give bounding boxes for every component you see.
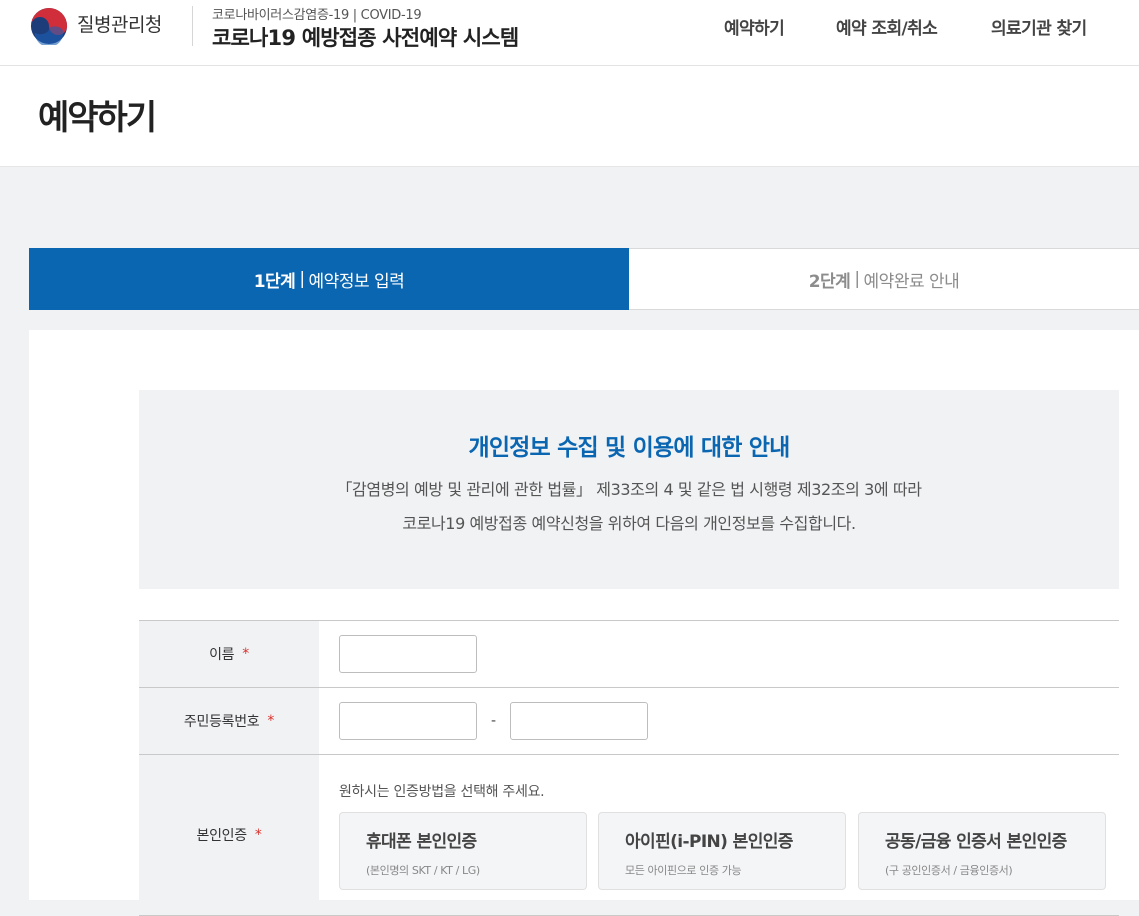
rrn-dash: - [491,713,497,729]
step-separator: | [854,269,860,289]
site-header: 질병관리청 코로나바이러스감염증-19 | COVID-19 코로나19 예방접… [0,0,1139,66]
required-mark: * [254,827,262,843]
system-title[interactable]: 코로나19 예방접종 사전예약 시스템 [212,22,519,52]
notice-title: 개인정보 수집 및 이용에 대한 안내 [468,435,790,461]
org-name[interactable]: 질병관리청 [77,10,162,37]
rrn-value-cell: - [319,688,1119,754]
header-divider [192,6,193,46]
rrn-front-input[interactable] [339,702,477,740]
step-2-tab: 2단계 | 예약완료 안내 [629,248,1139,310]
step-1-tab: 1단계 | 예약정보 입력 [29,248,629,310]
notice-line-2: 코로나19 예방접종 예약신청을 위하여 다음의 개인정보를 수집합니다. [402,514,856,533]
title-band: 예약하기 [0,66,1139,167]
rrn-label: 주민등록번호 * [139,688,319,754]
form-row-auth: 본인인증 * 원하시는 인증방법을 선택해 주세요. 휴대폰 본인인증 (본인명… [139,755,1119,916]
privacy-notice-box: 개인정보 수집 및 이용에 대한 안내 「감염병의 예방 및 관리에 관한 법률… [139,390,1119,589]
certificate-auth-subtitle: (구 공인인증서 / 금융인증서) [885,864,1013,877]
rrn-back-input[interactable] [510,702,649,740]
phone-auth-button[interactable]: 휴대폰 본인인증 (본인명의 SKT / KT / LG) [339,812,587,890]
ipin-auth-subtitle: 모든 아이핀으로 인증 가능 [625,864,742,877]
reservation-form: 이름 * 주민등록번호 * - 본인인증 * 원하시는 인증방법을 선택해 주세… [139,620,1119,916]
step-separator: | [299,269,305,289]
form-row-name: 이름 * [139,621,1119,688]
auth-label-text: 본인인증 [196,828,247,844]
name-value-cell [319,621,1119,687]
step-1-label: 예약정보 입력 [308,271,405,292]
ipin-auth-title: 아이핀(i-PIN) 본인인증 [625,832,793,852]
nav-lookup-cancel[interactable]: 예약 조회/취소 [836,14,938,39]
name-label-text: 이름 [209,647,235,663]
phone-auth-title: 휴대폰 본인인증 [366,832,477,852]
step-1-number: 1단계 [253,271,296,292]
auth-guide-text: 원하시는 인증방법을 선택해 주세요. [339,784,545,800]
phone-auth-subtitle: (본인명의 SKT / KT / LG) [366,864,480,877]
step-2-label: 예약완료 안내 [863,271,960,292]
certificate-auth-button[interactable]: 공동/금융 인증서 본인인증 (구 공인인증서 / 금융인증서) [858,812,1106,890]
header-subtitle: 코로나바이러스감염증-19 | COVID-19 [212,8,422,23]
korea-government-emblem-icon[interactable] [30,7,68,45]
page-title: 예약하기 [38,98,157,138]
notice-line-1: 「감염병의 예방 및 관리에 관한 법률」 제33조의 4 및 같은 법 시행령… [336,480,922,499]
name-label: 이름 * [139,621,319,687]
step-2-number: 2단계 [808,271,851,292]
nav-reserve[interactable]: 예약하기 [724,14,785,39]
nav-find-clinic[interactable]: 의료기관 찾기 [991,14,1087,39]
content-panel: 개인정보 수집 및 이용에 대한 안내 「감염병의 예방 및 관리에 관한 법률… [29,330,1139,916]
ipin-auth-button[interactable]: 아이핀(i-PIN) 본인인증 모든 아이핀으로 인증 가능 [598,812,846,890]
form-row-rrn: 주민등록번호 * - [139,688,1119,755]
certificate-auth-title: 공동/금융 인증서 본인인증 [885,832,1067,852]
name-input[interactable] [339,635,477,673]
required-mark: * [242,646,249,662]
rrn-label-text: 주민등록번호 [183,714,260,730]
auth-value-cell: 원하시는 인증방법을 선택해 주세요. 휴대폰 본인인증 (본인명의 SKT /… [319,755,1119,915]
required-mark: * [267,713,275,729]
auth-label: 본인인증 * [139,755,319,915]
